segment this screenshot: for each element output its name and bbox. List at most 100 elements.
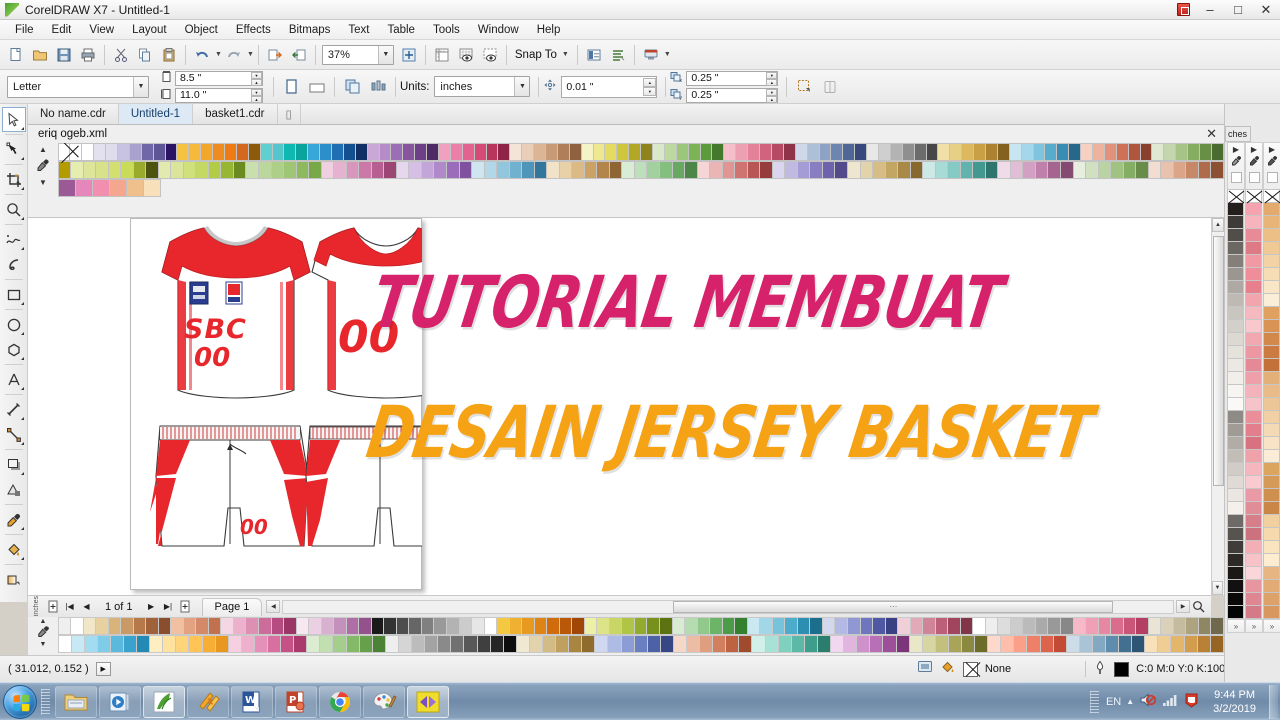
color-swatch[interactable] [82, 617, 97, 635]
color-swatch[interactable] [1110, 160, 1124, 179]
color-swatch[interactable] [157, 617, 172, 635]
no-color-swatch[interactable] [58, 143, 71, 161]
page-preset-combo[interactable]: Letter ▼ [7, 75, 149, 98]
color-swatch[interactable] [450, 634, 465, 653]
microsoft-powerpoint-icon[interactable]: P [275, 685, 317, 718]
palette-scroll-down-icon[interactable]: ▼ [39, 178, 47, 187]
color-swatch[interactable] [974, 634, 989, 653]
color-swatch[interactable] [821, 160, 836, 179]
color-swatch[interactable] [1009, 617, 1024, 635]
headline-desain-jersey-basket[interactable]: DESAIN JERSEY BASKET [362, 392, 1098, 475]
color-swatch[interactable] [1060, 160, 1074, 179]
menu-help[interactable]: Help [528, 21, 570, 39]
eyedropper-icon[interactable] [1231, 155, 1242, 171]
color-swatch[interactable] [1009, 160, 1024, 179]
new-document-icon[interactable] [4, 43, 28, 67]
color-swatch[interactable] [620, 634, 635, 653]
palette-row[interactable] [58, 178, 1224, 197]
color-swatch[interactable] [834, 160, 848, 179]
color-swatch[interactable] [1245, 527, 1262, 541]
color-swatch[interactable] [882, 634, 897, 653]
color-swatch[interactable] [267, 634, 282, 653]
color-swatch[interactable] [240, 634, 255, 653]
color-swatch[interactable] [489, 634, 504, 653]
zoom-fit-icon[interactable] [397, 43, 421, 67]
parallel-dimension-tool[interactable] [2, 397, 26, 422]
color-swatch[interactable] [784, 160, 798, 179]
chevron-down-icon[interactable]: ▼ [562, 51, 569, 58]
color-swatch[interactable] [1245, 280, 1262, 294]
color-swatch[interactable] [1013, 634, 1028, 653]
color-swatch[interactable] [107, 160, 122, 179]
color-swatch[interactable] [70, 160, 84, 179]
color-swatch[interactable] [581, 634, 596, 653]
start-orb-icon[interactable] [3, 684, 37, 719]
color-swatch[interactable] [83, 634, 98, 653]
color-swatch[interactable] [959, 617, 974, 635]
color-swatch[interactable] [175, 634, 190, 653]
duplicate-y-spinner[interactable]: ▼ ▲ [766, 88, 778, 103]
color-swatch[interactable] [1263, 358, 1280, 372]
page-height-spinner[interactable]: ▼ ▲ [251, 88, 262, 103]
minimize-button[interactable]: – [1196, 0, 1224, 20]
color-swatch[interactable] [859, 617, 874, 635]
color-swatch[interactable] [1263, 449, 1280, 463]
color-swatch[interactable] [984, 617, 999, 635]
color-swatch[interactable] [1245, 293, 1262, 307]
color-swatch[interactable] [541, 634, 557, 653]
color-swatch[interactable] [671, 617, 686, 635]
color-swatch[interactable] [74, 178, 93, 197]
color-swatch[interactable] [95, 617, 109, 635]
color-swatch[interactable] [471, 160, 485, 179]
color-swatch[interactable] [207, 617, 222, 635]
next-page-button[interactable]: ▶ [143, 598, 160, 615]
color-swatch[interactable] [1227, 241, 1244, 255]
color-swatch[interactable] [1245, 371, 1262, 385]
grayscale-palette[interactable]: ▶ » [1227, 142, 1245, 633]
color-swatch[interactable] [1091, 634, 1106, 653]
color-swatch[interactable] [1263, 332, 1280, 346]
color-swatch[interactable] [308, 617, 322, 635]
color-swatch[interactable] [558, 160, 573, 179]
color-swatch[interactable] [306, 634, 321, 653]
color-swatch[interactable] [816, 634, 832, 653]
color-swatch[interactable] [1263, 566, 1280, 580]
media-player-icon[interactable] [99, 685, 141, 718]
color-swatch[interactable] [997, 160, 1011, 179]
color-swatch[interactable] [1227, 410, 1244, 424]
menu-bitmaps[interactable]: Bitmaps [280, 21, 340, 39]
color-swatch[interactable] [1227, 592, 1244, 606]
cut-icon[interactable] [109, 43, 133, 67]
page-width-field[interactable]: 8.5 " ▼ ▲ [175, 70, 263, 86]
color-swatch[interactable] [145, 160, 159, 179]
color-swatch[interactable] [1263, 254, 1280, 268]
color-swatch[interactable] [1000, 634, 1015, 653]
duplicate-x-field[interactable]: 0.25 " ▼ ▲ [686, 70, 779, 86]
color-swatch[interactable] [972, 160, 986, 179]
options-icon[interactable] [582, 43, 606, 67]
duplicate-y-field[interactable]: 0.25 " ▼ ▲ [686, 87, 779, 103]
color-swatch[interactable] [345, 160, 360, 179]
color-swatch[interactable] [258, 160, 272, 179]
color-swatch[interactable] [142, 178, 161, 197]
add-page-after-icon[interactable] [177, 598, 194, 615]
color-swatch[interactable] [283, 617, 297, 635]
color-swatch[interactable] [1160, 160, 1174, 179]
color-swatch[interactable] [830, 634, 845, 653]
color-swatch[interactable] [1227, 345, 1244, 359]
color-swatch[interactable] [1245, 319, 1262, 333]
no-color-swatch[interactable] [1263, 189, 1280, 204]
snap-to-dropdown[interactable]: Snap To ▼ [511, 49, 573, 61]
all-pages-button[interactable] [339, 75, 365, 99]
color-swatch[interactable] [558, 617, 573, 635]
color-swatch[interactable] [108, 178, 127, 197]
color-swatch[interactable] [408, 617, 422, 635]
artistic-media-tool[interactable] [2, 252, 26, 277]
color-swatch[interactable] [420, 160, 435, 179]
color-swatch[interactable] [149, 634, 164, 653]
nudge-spinner[interactable]: ▲ ▼ [643, 77, 657, 96]
undo-dropdown-arrow[interactable]: ▼ [215, 51, 222, 58]
color-swatch[interactable] [872, 617, 886, 635]
color-swatch[interactable] [1263, 267, 1280, 281]
color-swatch[interactable] [984, 160, 999, 179]
